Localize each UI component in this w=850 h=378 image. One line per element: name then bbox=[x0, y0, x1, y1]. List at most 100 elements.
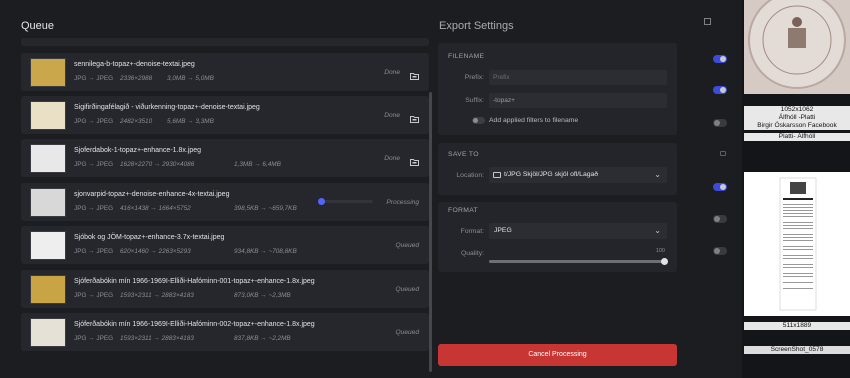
background-toggle[interactable] bbox=[713, 215, 727, 223]
queue-item-thumbnail bbox=[30, 188, 66, 217]
queue-item-formats: JPG → JPEG bbox=[74, 292, 114, 299]
filename-header: FILENAME bbox=[448, 53, 485, 60]
cancel-processing-button[interactable]: Cancel Processing bbox=[438, 344, 677, 366]
open-folder-icon[interactable] bbox=[410, 110, 419, 123]
format-select[interactable]: JPEG ⌄ bbox=[489, 223, 667, 239]
queue-item-thumbnail bbox=[30, 231, 66, 260]
location-select[interactable]: t/JPG Skjöl/JPG skjöl ofl/Lagað ⌄ bbox=[489, 167, 667, 183]
queue-item-dimensions: 2482×3510 bbox=[120, 118, 153, 125]
queue-item-status: Processing bbox=[386, 199, 419, 206]
background-toggle[interactable] bbox=[713, 247, 727, 255]
background-toggle[interactable] bbox=[713, 183, 727, 191]
queue-item-status: Queued bbox=[395, 286, 419, 293]
queue-item-dimensions: 620×1460 → 2263×5293 bbox=[120, 248, 191, 255]
queue-item-thumbnail bbox=[30, 144, 66, 173]
quality-label: Quality: bbox=[460, 250, 484, 257]
card1-caption-3: Birgir Óskarsson Facebook bbox=[744, 122, 850, 130]
queue-item-partial[interactable] bbox=[21, 38, 429, 46]
queue-item[interactable]: Sjoferdabok-1-topaz+-enhance-1.8x.jpeg JP… bbox=[21, 139, 429, 177]
queue-item[interactable]: Sigifirðingafélagið - viðurkenning-topaz… bbox=[21, 96, 429, 134]
toggle-knob bbox=[714, 216, 720, 222]
queue-item-sizes: 1,3MB → 6,4MB bbox=[234, 161, 281, 168]
card1-caption-2: Álfhóll -Platti bbox=[744, 114, 850, 122]
open-folder-icon[interactable] bbox=[410, 67, 419, 80]
prefix-input[interactable]: Prefix bbox=[489, 70, 667, 85]
open-folder-icon[interactable] bbox=[410, 153, 419, 166]
image-thumb-screenshot[interactable] bbox=[744, 172, 850, 316]
background-toggle[interactable] bbox=[713, 55, 727, 63]
queue-item-dimensions: 1628×2270 → 2930×4086 bbox=[120, 161, 195, 168]
queue-item-status: Done bbox=[384, 69, 400, 76]
queue-item-sizes: 5,6MB → 3,3MB bbox=[167, 118, 214, 125]
export-settings-title: Export Settings bbox=[439, 20, 514, 32]
queue-item-filename: Sigifirðingafélagið - viðurkenning-topaz… bbox=[74, 104, 260, 111]
quality-slider-knob[interactable] bbox=[661, 258, 668, 265]
queue-item[interactable]: sjonvarpid-topaz+-denoise-enhance-4x-tex… bbox=[21, 183, 429, 221]
chevron-down-icon: ⌄ bbox=[654, 226, 661, 235]
expand-icon[interactable] bbox=[704, 18, 711, 25]
queue-item[interactable]: Sjóferðabókin mín 1966-1969I-Elliði-Hafó… bbox=[21, 313, 429, 351]
queue-item[interactable]: Sjóbok og JÖM-topaz+-enhance-3.7x-textai… bbox=[21, 226, 429, 264]
queue-item-filename: sennilega-b-topaz+-denoise-textai.jpeg bbox=[74, 61, 195, 68]
toggle-knob bbox=[720, 56, 726, 62]
queue-item[interactable]: sennilega-b-topaz+-denoise-textai.jpeg JP… bbox=[21, 53, 429, 91]
queue-item-thumbnail bbox=[30, 318, 66, 347]
queue-item-thumbnail bbox=[30, 101, 66, 130]
queue-title: Queue bbox=[21, 20, 55, 32]
queue-list[interactable]: sennilega-b-topaz+-denoise-textai.jpeg JP… bbox=[21, 38, 429, 378]
image-thumb-platti[interactable] bbox=[744, 0, 850, 94]
location-label: Location: bbox=[456, 172, 484, 179]
add-filters-label: Add applied filters to filename bbox=[489, 117, 579, 124]
queue-item-sizes: 837,8KB → ~2,2MB bbox=[234, 335, 291, 342]
background-toggle[interactable] bbox=[713, 86, 727, 94]
queue-item-dimensions: 2336×2988 bbox=[120, 75, 153, 82]
queue-item-formats: JPG → JPEG bbox=[74, 161, 114, 168]
format-value: JPEG bbox=[494, 227, 512, 234]
format-label: Format: bbox=[460, 228, 484, 235]
suffix-input[interactable]: -topaz+ bbox=[489, 93, 667, 108]
queue-item-filename: Sjóferðabókin mín 1966-1969I-Elliði-Hafó… bbox=[74, 321, 315, 328]
progress-indicator bbox=[318, 198, 326, 205]
queue-item-formats: JPG → JPEG bbox=[74, 75, 114, 82]
queue-item-formats: JPG → JPEG bbox=[74, 118, 114, 125]
queue-item-formats: JPG → JPEG bbox=[74, 205, 114, 212]
quality-slider[interactable] bbox=[489, 258, 668, 265]
save-to-header: SAVE TO bbox=[448, 151, 479, 158]
queue-item[interactable]: Sjóferðabókin mín 1966-1969I-Elliði-Hafó… bbox=[21, 270, 429, 308]
card1-caption-4: Platti- Álfhóll bbox=[744, 133, 850, 141]
queue-item-thumbnail bbox=[30, 58, 66, 87]
queue-item-dimensions: 416×1438 → 1664×5752 bbox=[120, 205, 191, 212]
add-filters-toggle[interactable] bbox=[472, 117, 485, 124]
topaz-app-window: Queue Export Settings sennilega-b-topaz+… bbox=[0, 0, 692, 378]
queue-item-status: Done bbox=[384, 112, 400, 119]
document-image bbox=[779, 177, 817, 311]
queue-item-sizes: 934,8KB → ~708,8KB bbox=[234, 248, 297, 255]
toggle-knob bbox=[720, 87, 726, 93]
queue-item-filename: Sjóbok og JÖM-topaz+-enhance-3.7x-textai… bbox=[74, 234, 225, 241]
card2-name: ScreenShot_0578 bbox=[744, 346, 850, 354]
toggle-knob bbox=[714, 120, 720, 126]
queue-item-formats: JPG → JPEG bbox=[74, 335, 114, 342]
queue-item-filename: Sjóferðabókin mín 1966-1969I-Elliði-Hafó… bbox=[74, 278, 315, 285]
queue-scrollbar[interactable] bbox=[429, 92, 432, 372]
format-header: FORMAT bbox=[448, 207, 478, 214]
lock-icon bbox=[720, 151, 726, 156]
queue-item-dimensions: 1593×2311 → 2883×4183 bbox=[120, 335, 194, 342]
queue-item-filename: Sjoferdabok-1-topaz+-enhance-1.8x.jpeg bbox=[74, 147, 202, 154]
location-value: t/JPG Skjöl/JPG skjöl ofl/Lagað bbox=[504, 171, 599, 178]
queue-item-status: Queued bbox=[395, 329, 419, 336]
queue-item-sizes: 873,0KB → ~2,3MB bbox=[234, 292, 291, 299]
queue-item-dimensions: 1593×2311 → 2883×4183 bbox=[120, 292, 194, 299]
toggle-knob bbox=[720, 184, 726, 190]
queue-item-formats: JPG → JPEG bbox=[74, 248, 114, 255]
quality-value: 100 bbox=[655, 248, 665, 254]
queue-item-sizes: 398,5KB → ~659,7KB bbox=[234, 205, 297, 212]
queue-item-sizes: 3,0MB → 5,0MB bbox=[167, 75, 214, 82]
prefix-label: Prefix: bbox=[464, 74, 484, 81]
background-toggle[interactable] bbox=[713, 119, 727, 127]
queue-item-filename: sjonvarpid-topaz+-denoise-enhance-4x-tex… bbox=[74, 191, 230, 198]
queue-item-status: Done bbox=[384, 155, 400, 162]
queue-item-progress-bar bbox=[318, 198, 373, 205]
queue-item-status: Queued bbox=[395, 242, 419, 249]
queue-item-thumbnail bbox=[30, 275, 66, 304]
